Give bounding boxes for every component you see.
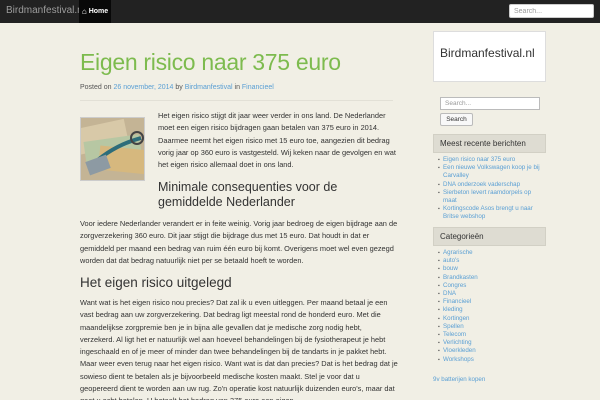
post-heading-consequenties: Minimale consequenties voor de gemiddeld… bbox=[158, 180, 338, 209]
post-intro-paragraph: Het eigen risico stijgt dit jaar weer ve… bbox=[158, 111, 396, 170]
category-link[interactable]: DNA bbox=[438, 290, 546, 298]
categories-title: Categorieën bbox=[433, 227, 546, 246]
recent-post-link[interactable]: Sierbeton levert raamdorpels op maat bbox=[438, 189, 546, 205]
sidebar-brand-box: Birdmanfestival.nl bbox=[433, 31, 546, 82]
category-link[interactable]: Telecom bbox=[438, 331, 546, 339]
nav-home-link[interactable]: ⌂ Home bbox=[79, 0, 111, 23]
category-link[interactable]: kleding bbox=[438, 306, 546, 314]
recent-post-link[interactable]: Eigen risico naar 375 euro bbox=[438, 156, 546, 164]
sidebar-search-input[interactable] bbox=[440, 97, 540, 110]
sidebar-search-button[interactable]: Search bbox=[440, 113, 473, 126]
category-link[interactable]: Congres bbox=[438, 282, 546, 290]
category-link[interactable]: Spellen bbox=[438, 323, 546, 331]
category-link[interactable]: bouw bbox=[438, 265, 546, 273]
post-thumbnail-image bbox=[80, 117, 145, 181]
category-link[interactable]: Verlichting bbox=[438, 339, 546, 347]
categories-list: Agrarischeauto'sbouwBrandkastenCongresDN… bbox=[433, 246, 546, 364]
categories-widget: Categorieën Agrarischeauto'sbouwBrandkas… bbox=[433, 227, 546, 364]
recent-posts-title: Meest recente berichten bbox=[433, 134, 546, 153]
post-author-link[interactable]: Birdmanfestival bbox=[185, 84, 233, 91]
top-navbar: Birdmanfestival.nl ⌂ Home bbox=[0, 0, 600, 23]
category-link[interactable]: Kortingen bbox=[438, 315, 546, 323]
meta-prefix: Posted on bbox=[80, 84, 114, 91]
post-category-link[interactable]: Financieel bbox=[242, 84, 274, 91]
post-divider bbox=[80, 100, 393, 101]
post-date-link[interactable]: 26 november, 2014 bbox=[113, 84, 173, 91]
recent-posts-widget: Meest recente berichten Eigen risico naa… bbox=[433, 134, 546, 222]
post-paragraph-2: Voor iedere Nederlander verandert er in … bbox=[80, 219, 398, 265]
post-title[interactable]: Eigen risico naar 375 euro bbox=[80, 49, 341, 76]
sidebar-extra-link[interactable]: 9v batterijen kopen bbox=[433, 376, 485, 383]
category-link[interactable]: Agrarische bbox=[438, 249, 546, 257]
sidebar-brand-text[interactable]: Birdmanfestival.nl bbox=[440, 46, 535, 60]
category-link[interactable]: Brandkasten bbox=[438, 274, 546, 282]
category-link[interactable]: Financieel bbox=[438, 298, 546, 306]
post-heading-uitgelegd: Het eigen risico uitgelegd bbox=[80, 275, 232, 290]
post-paragraph-3: Want wat is het eigen risico nou precies… bbox=[80, 298, 398, 400]
navbar-brand[interactable]: Birdmanfestival.nl bbox=[6, 5, 85, 16]
meta-by: by bbox=[173, 84, 185, 91]
home-icon: ⌂ bbox=[81, 6, 87, 16]
nav-home-label: Home bbox=[88, 8, 109, 15]
navbar-search-input[interactable] bbox=[509, 4, 594, 18]
category-link[interactable]: auto's bbox=[438, 257, 546, 265]
category-link[interactable]: Workshops bbox=[438, 356, 546, 364]
recent-posts-list: Eigen risico naar 375 euroEen nieuwe Vol… bbox=[433, 153, 546, 222]
category-link[interactable]: Vloerkleden bbox=[438, 347, 546, 355]
meta-in: in bbox=[232, 84, 242, 91]
recent-post-link[interactable]: Een nieuwe Volkswagen koop je bij Carval… bbox=[438, 164, 546, 180]
sidebar-search-widget: Search bbox=[433, 90, 546, 130]
post-meta: Posted on 26 november, 2014 by Birdmanfe… bbox=[80, 84, 274, 91]
recent-post-link[interactable]: Kortingscode Asos brengt u naar Britse w… bbox=[438, 205, 546, 221]
recent-post-link[interactable]: DNA onderzoek vaderschap bbox=[438, 181, 546, 189]
